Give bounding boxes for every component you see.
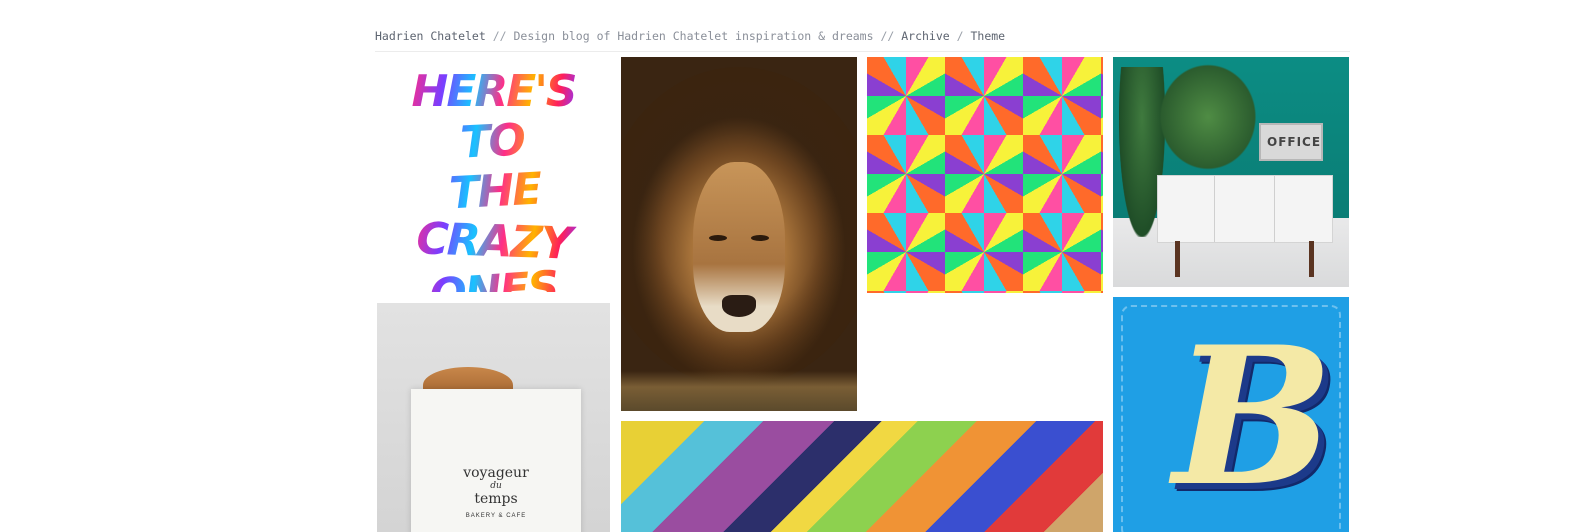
post-geometric-cubes[interactable] — [621, 421, 1103, 532]
header-separator: // — [485, 29, 514, 43]
sideboard-leg — [1309, 241, 1314, 277]
lion-eye — [709, 235, 727, 241]
office-sign: OFFICE — [1259, 123, 1323, 161]
header-separator: / — [949, 29, 971, 43]
post-lion-photo[interactable] — [621, 57, 857, 411]
lion-eye — [751, 235, 769, 241]
post-lettering-crazy-ones[interactable]: HERE'S TO THE CRAZY ONES — [377, 57, 610, 292]
lettering-line: HERE'S — [411, 66, 578, 117]
brand-word: temps — [474, 491, 518, 507]
header-divider — [375, 51, 1350, 52]
triangle-pattern — [867, 57, 1103, 293]
brand-word: voyageur — [463, 465, 529, 481]
archive-link[interactable]: Archive — [901, 29, 949, 43]
lettering-line: ONES — [409, 261, 577, 292]
sideboard — [1157, 175, 1333, 243]
letter-b-glyph: B — [1173, 305, 1334, 528]
blog-header: Hadrien Chatelet // Design blog of Hadri… — [375, 29, 1350, 43]
post-geometric-triangles[interactable] — [867, 57, 1103, 293]
bakery-brand: voyageur du temps BAKERY & CAFE — [411, 465, 581, 523]
site-name-link[interactable]: Hadrien Chatelet — [375, 29, 486, 43]
office-sign-text: OFFICE — [1267, 135, 1322, 149]
lion-nose — [722, 295, 756, 317]
sideboard-divider — [1214, 176, 1215, 242]
sideboard-leg — [1175, 241, 1180, 277]
paper-bag: voyageur du temps BAKERY & CAFE — [411, 389, 581, 532]
brand-subtitle: BAKERY & CAFE — [465, 513, 527, 519]
sideboard-divider — [1274, 176, 1275, 242]
lion-ground — [621, 371, 857, 411]
lettering-line: TO THE — [408, 113, 578, 221]
post-office-sideboard[interactable]: OFFICE — [1113, 57, 1349, 287]
post-bakery-bag[interactable]: voyageur du temps BAKERY & CAFE — [377, 303, 610, 532]
site-tagline: Design blog of Hadrien Chatelet inspirat… — [513, 29, 874, 43]
lettering-artwork: HERE'S TO THE CRAZY ONES — [408, 66, 578, 293]
theme-link[interactable]: Theme — [970, 29, 1005, 43]
plant-palm — [1153, 57, 1263, 177]
post-letter-b-poster[interactable]: B — [1113, 297, 1349, 532]
header-separator: // — [873, 29, 902, 43]
